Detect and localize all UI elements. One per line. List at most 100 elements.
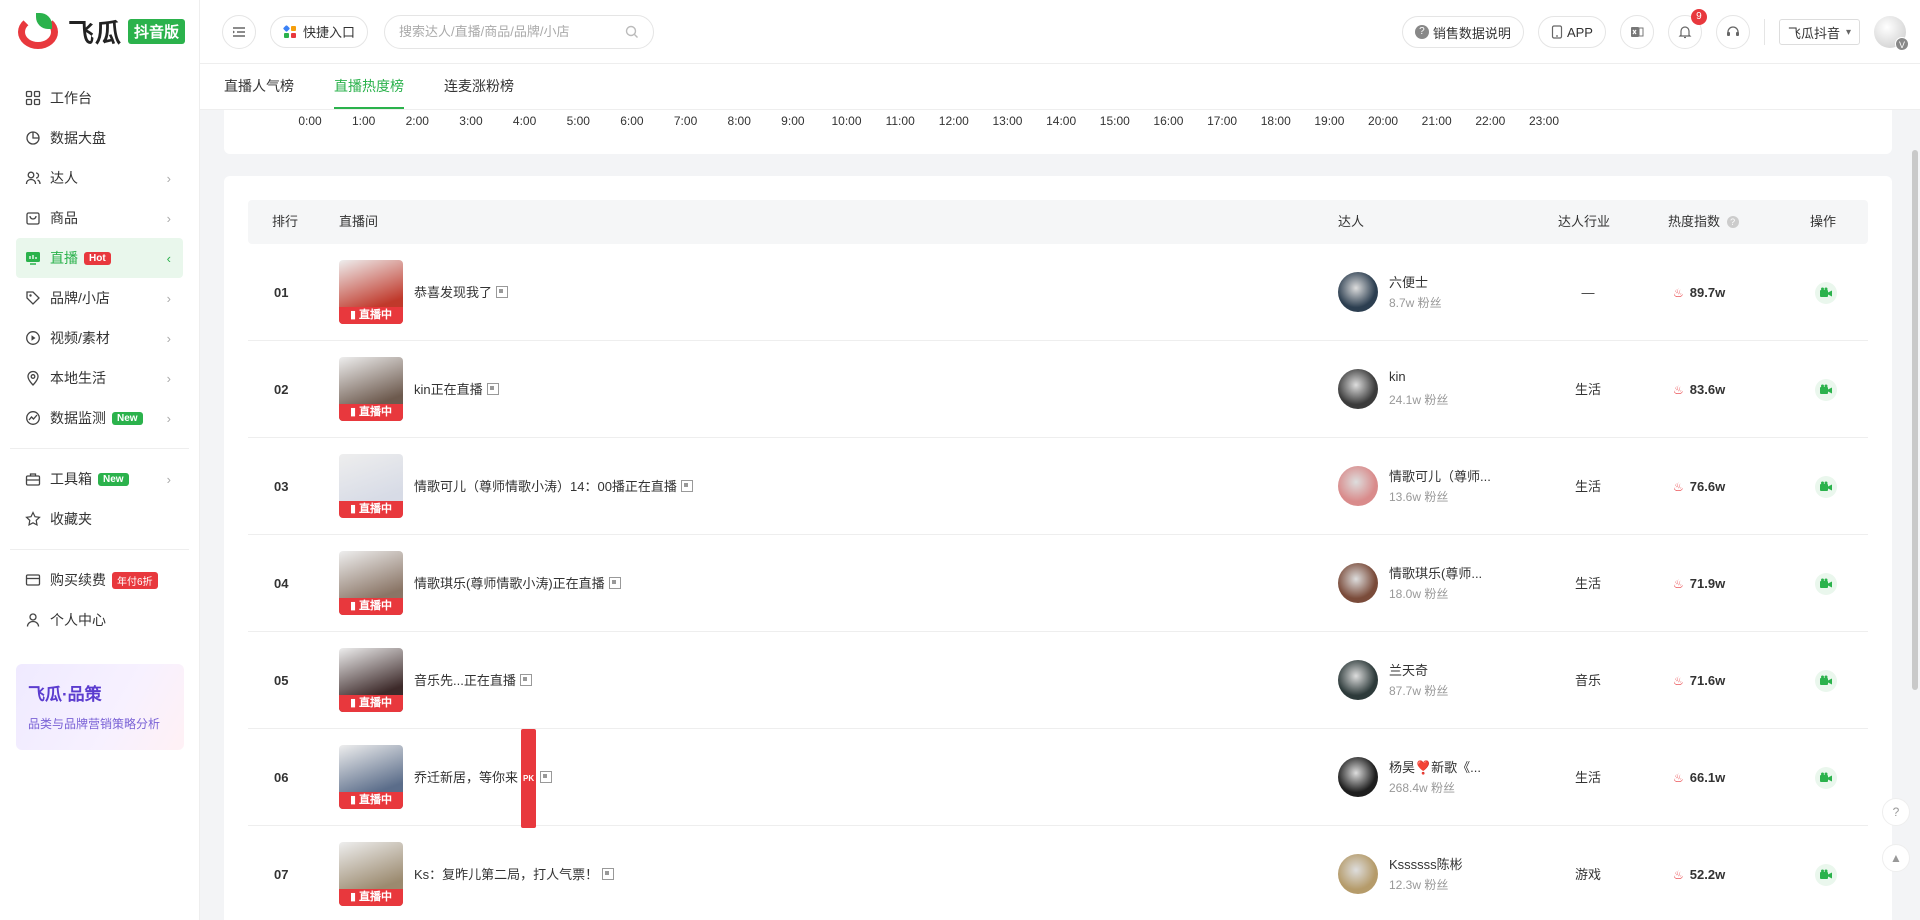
logo[interactable]: 飞瓜 抖音版 — [0, 0, 199, 62]
live-room-title[interactable]: 音乐先...正在直播 — [414, 632, 532, 729]
talent-avatar[interactable] — [1338, 563, 1378, 603]
talent-name[interactable]: 情歌可儿（尊师... — [1389, 466, 1491, 485]
hour-label[interactable]: 15:00 — [1100, 114, 1130, 128]
talent-avatar[interactable] — [1338, 369, 1378, 409]
hour-label[interactable]: 11:00 — [886, 114, 915, 128]
live-room-thumbnail[interactable]: ▮ 直播中 — [339, 842, 403, 906]
live-room-title[interactable]: 恭喜发现我了 — [414, 244, 509, 341]
hour-label[interactable]: 17:00 — [1207, 114, 1237, 128]
talent-name[interactable]: kin — [1389, 369, 1406, 384]
help-icon[interactable]: ? — [1726, 216, 1739, 228]
sidebar-item[interactable]: 直播 Hot ‹ — [16, 238, 183, 278]
talent-avatar[interactable] — [1338, 660, 1378, 700]
search-icon[interactable] — [625, 25, 639, 39]
video-camera-button[interactable] — [1815, 476, 1837, 498]
table-row[interactable]: 06 ▮ 直播中 乔迁新居，等你来 PK 杨昊❣️新歌《... 268.4w 粉丝 生活 ♨ 66… — [248, 729, 1868, 828]
sidebar-item[interactable]: 品牌/小店 › — [16, 278, 183, 318]
video-camera-button[interactable] — [1815, 379, 1837, 401]
qr-code-icon[interactable] — [608, 577, 621, 589]
live-room-title[interactable]: 情歌琪乐(尊师情歌小涛)正在直播 — [414, 535, 621, 632]
tab-1[interactable]: 直播人气榜 — [224, 63, 294, 109]
hour-label[interactable]: 12:00 — [939, 114, 969, 128]
hour-label[interactable]: 2:00 — [406, 114, 429, 128]
help-float-button[interactable]: ? — [1882, 798, 1910, 826]
customer-service-button[interactable] — [1715, 15, 1750, 49]
app-button[interactable]: APP — [1537, 16, 1606, 48]
qr-code-icon[interactable] — [486, 383, 499, 395]
table-row[interactable]: 01 ▮ 直播中 恭喜发现我了 六便士 8.7w 粉丝 — ♨ 89.7w — [248, 244, 1868, 341]
hour-label[interactable]: 5:00 — [567, 114, 590, 128]
sidebar-item[interactable]: 达人 › — [16, 158, 183, 198]
qr-code-icon[interactable] — [602, 868, 615, 880]
hour-label[interactable]: 7:00 — [674, 114, 697, 128]
page-scrollbar[interactable] — [1912, 150, 1918, 690]
platform-select[interactable]: 飞瓜抖音 ▾ — [1778, 19, 1860, 45]
hour-label[interactable]: 23:00 — [1529, 114, 1559, 128]
video-camera-button[interactable] — [1815, 282, 1837, 304]
live-room-thumbnail[interactable]: ▮ 直播中 — [339, 260, 403, 324]
hour-label[interactable]: 20:00 — [1368, 114, 1398, 128]
talent-name[interactable]: 六便士 — [1389, 272, 1428, 291]
live-room-title[interactable]: 情歌可儿（尊师情歌小涛）14：00播正在直播 — [414, 438, 693, 535]
hour-label[interactable]: 13:00 — [992, 114, 1022, 128]
sidebar-item[interactable]: 工具箱 New › — [16, 459, 183, 499]
hour-label[interactable]: 6:00 — [620, 114, 643, 128]
talent-avatar[interactable] — [1338, 854, 1378, 894]
promo-card[interactable]: 飞瓜·品策 品类与品牌营销策略分析 — [16, 664, 184, 750]
sidebar-item[interactable]: 购买续费 年付6折 — [16, 560, 183, 600]
hour-label[interactable]: 14:00 — [1046, 114, 1076, 128]
user-avatar[interactable]: V — [1874, 16, 1909, 51]
tab-2[interactable]: 直播热度榜 — [334, 63, 404, 109]
sidebar-item[interactable]: 工作台 — [16, 78, 183, 118]
live-room-title[interactable]: kin正在直播 — [414, 341, 499, 438]
talent-name[interactable]: Kssssss陈彬 — [1389, 854, 1463, 873]
video-camera-button[interactable] — [1815, 767, 1837, 789]
hour-label[interactable]: 4:00 — [513, 114, 536, 128]
hour-label[interactable]: 3:00 — [459, 114, 482, 128]
hour-label[interactable]: 18:00 — [1261, 114, 1291, 128]
hour-label[interactable]: 8:00 — [728, 114, 751, 128]
video-camera-button[interactable] — [1815, 573, 1837, 595]
live-room-title[interactable]: Ks：复昨儿第二局，打人气票！ — [414, 826, 615, 920]
search-box[interactable] — [384, 14, 655, 49]
sidebar-item[interactable]: 数据监测 New › — [16, 398, 183, 438]
sidebar-item[interactable]: 视频/素材 › — [16, 318, 183, 358]
live-room-thumbnail[interactable]: ▮ 直播中 — [339, 745, 403, 809]
table-row[interactable]: 05 ▮ 直播中 音乐先...正在直播 兰天奇 87.7w 粉丝 音乐 ♨ 71.6w — [248, 632, 1868, 729]
sidebar-item[interactable]: 数据大盘 — [16, 118, 183, 158]
notification-button[interactable]: 9 — [1667, 9, 1707, 49]
hour-label[interactable]: 16:00 — [1153, 114, 1183, 128]
excel-export-button[interactable] — [1619, 15, 1654, 49]
hour-label[interactable]: 22:00 — [1475, 114, 1505, 128]
sales-note-button[interactable]: ? 销售数据说明 — [1401, 16, 1524, 48]
qr-code-icon[interactable] — [680, 480, 693, 492]
talent-avatar[interactable] — [1338, 466, 1378, 506]
table-row[interactable]: 03 ▮ 直播中 情歌可儿（尊师情歌小涛）14：00播正在直播 情歌可儿（尊师... 13… — [248, 438, 1868, 535]
live-room-title[interactable]: 乔迁新居，等你来 PK — [414, 729, 553, 828]
sidebar-item[interactable]: 本地生活 › — [16, 358, 183, 398]
live-room-thumbnail[interactable]: ▮ 直播中 — [339, 357, 403, 421]
sidebar-item[interactable]: 收藏夹 — [16, 499, 183, 539]
live-room-thumbnail[interactable]: ▮ 直播中 — [339, 454, 403, 518]
hour-label[interactable]: 19:00 — [1314, 114, 1344, 128]
sidebar-item[interactable]: 商品 › — [16, 198, 183, 238]
hour-label[interactable]: 21:00 — [1422, 114, 1452, 128]
table-row[interactable]: 02 ▮ 直播中 kin正在直播 kin 24.1w 粉丝 生活 ♨ 83.6w — [248, 341, 1868, 438]
talent-avatar[interactable] — [1338, 757, 1378, 797]
talent-name[interactable]: 情歌琪乐(尊师... — [1389, 563, 1482, 582]
search-input[interactable] — [399, 24, 626, 39]
hour-label[interactable]: 10:00 — [832, 114, 862, 128]
video-camera-button[interactable] — [1815, 670, 1837, 692]
back-to-top-button[interactable]: ▲ — [1882, 844, 1910, 872]
live-room-thumbnail[interactable]: ▮ 直播中 — [339, 648, 403, 712]
qr-code-icon[interactable] — [496, 286, 509, 298]
hour-label[interactable]: 1:00 — [352, 114, 375, 128]
table-row[interactable]: 07 ▮ 直播中 Ks：复昨儿第二局，打人气票！ Kssssss陈彬 12.3w 粉丝 游戏… — [248, 826, 1868, 920]
qr-code-icon[interactable] — [519, 674, 532, 686]
tab-3[interactable]: 连麦涨粉榜 — [444, 63, 514, 109]
sidebar-item[interactable]: 个人中心 — [16, 600, 183, 640]
talent-name[interactable]: 兰天奇 — [1389, 660, 1428, 679]
menu-toggle-button[interactable] — [222, 14, 256, 49]
video-camera-button[interactable] — [1815, 864, 1837, 886]
talent-avatar[interactable] — [1338, 272, 1378, 312]
